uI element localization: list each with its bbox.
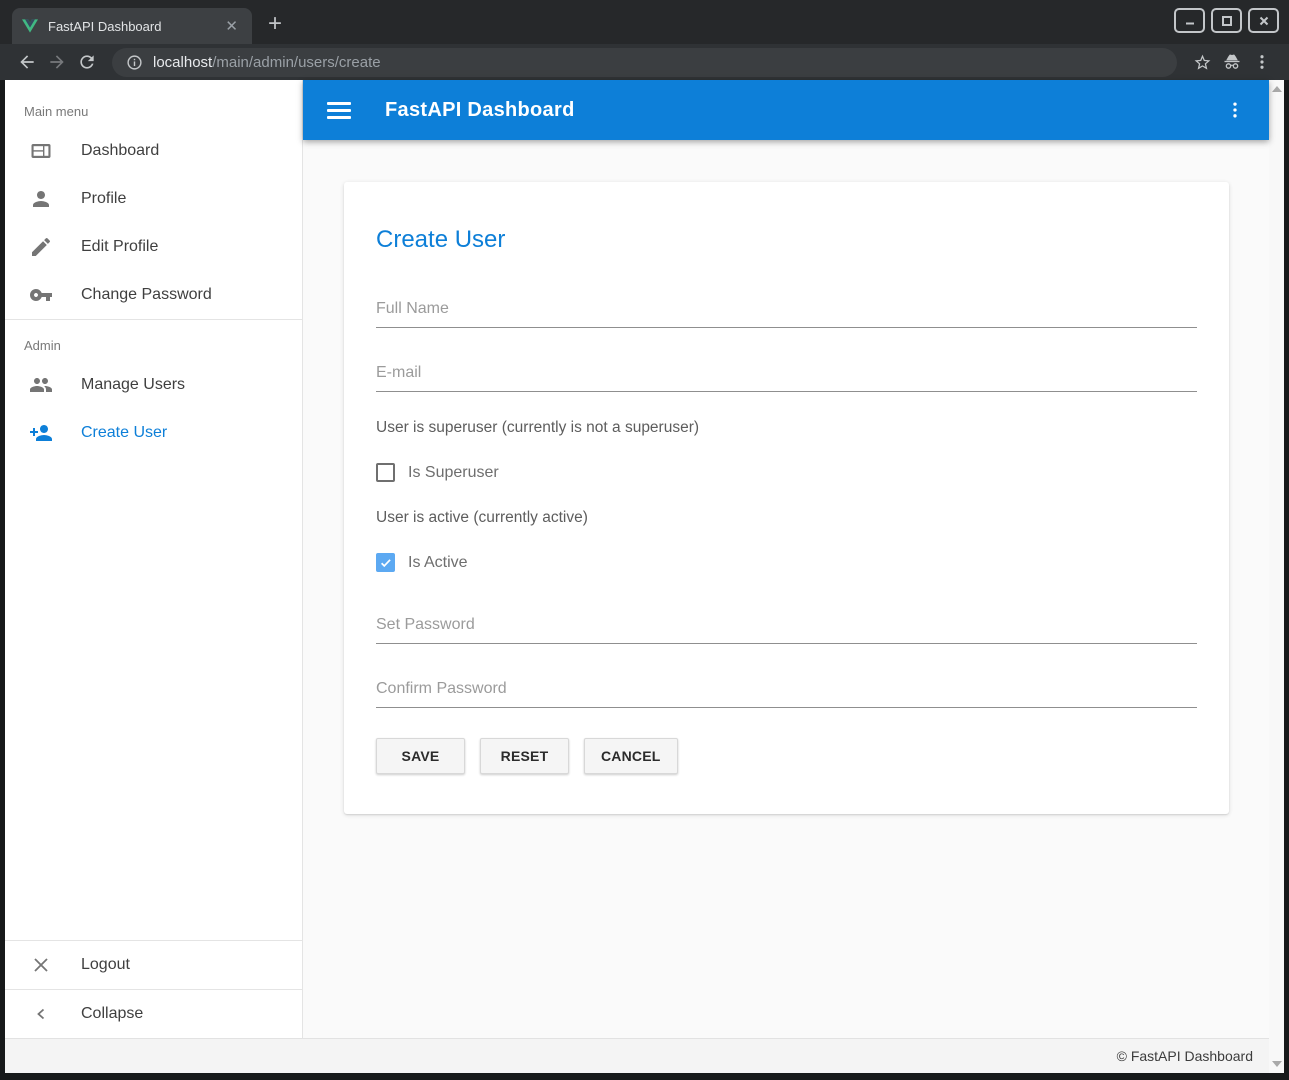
bookmark-star-icon[interactable] [1187,53,1217,72]
vue-favicon [22,19,38,33]
sidebar-item-label: Manage Users [81,376,185,394]
url-path: /main/admin/users/create [212,54,380,71]
chevron-left-icon [29,1002,53,1026]
reset-button[interactable]: RESET [480,738,569,774]
appbar-kebab-icon[interactable] [1225,100,1245,120]
page-info-icon[interactable] [126,54,143,71]
sidebar-item-logout[interactable]: Logout [5,941,302,989]
copyright-text: © FastAPI Dashboard [1117,1048,1253,1064]
active-note: User is active (currently active) [376,509,1197,527]
new-tab-icon[interactable]: + [268,12,282,36]
incognito-icon[interactable] [1217,52,1247,72]
set-password-input[interactable] [376,616,1197,644]
back-icon[interactable] [12,52,42,72]
page-footer: © FastAPI Dashboard [5,1038,1269,1073]
key-icon [29,283,53,307]
browser-menu-kebab-icon[interactable] [1247,53,1277,71]
browser-tab[interactable]: FastAPI Dashboard ✕ [12,8,252,44]
cancel-button[interactable]: CANCEL [584,738,678,774]
create-user-card: Create User User is superuser (currently… [344,182,1229,814]
main-area: FastAPI Dashboard Create User [303,80,1269,1038]
sidebar-item-manage-users[interactable]: Manage Users [5,361,302,409]
url-host: localhost [153,54,212,71]
active-checkbox-label: Is Active [408,554,468,572]
sidebar-item-label: Collapse [81,1005,143,1023]
active-checkbox-row[interactable]: Is Active [376,553,1197,572]
scroll-up-icon[interactable] [1272,86,1282,92]
active-checkbox[interactable] [376,553,395,572]
full-name-input[interactable] [376,300,1197,328]
page-content: Create User User is superuser (currently… [303,140,1269,1038]
appbar: FastAPI Dashboard [303,80,1269,140]
sidebar-header-main-menu: Main menu [5,80,302,127]
appbar-title: FastAPI Dashboard [385,99,575,122]
logout-x-icon [29,953,53,977]
sidebar-item-profile[interactable]: Profile [5,175,302,223]
forward-icon[interactable] [42,52,72,72]
dashboard-icon [29,139,53,163]
sidebar-item-edit-profile[interactable]: Edit Profile [5,223,302,271]
browser-titlebar: FastAPI Dashboard ✕ + [0,0,1289,44]
sidebar-item-dashboard[interactable]: Dashboard [5,127,302,175]
superuser-checkbox-label: Is Superuser [408,464,499,482]
superuser-checkbox[interactable] [376,463,395,482]
sidebar-item-label: Create User [81,424,167,442]
tab-title: FastAPI Dashboard [48,19,221,34]
save-button[interactable]: SAVE [376,738,465,774]
sidebar-item-label: Edit Profile [81,238,158,256]
sidebar-item-change-password[interactable]: Change Password [5,271,302,319]
browser-scrollbar[interactable] [1269,80,1284,1073]
confirm-password-input[interactable] [376,680,1197,708]
hamburger-menu-icon[interactable] [327,102,351,119]
scroll-down-icon[interactable] [1272,1061,1282,1067]
tab-close-icon[interactable]: ✕ [221,17,242,36]
sidebar-item-label: Logout [81,956,130,974]
maximize-icon[interactable] [1211,8,1242,33]
sidebar-spacer [5,457,302,940]
minimize-icon[interactable] [1174,8,1205,33]
reload-icon[interactable] [72,52,102,72]
sidebar-item-label: Change Password [81,286,212,304]
person-add-icon [29,421,53,445]
superuser-checkbox-row[interactable]: Is Superuser [376,463,1197,482]
sidebar-item-create-user[interactable]: Create User [5,409,302,457]
viewport: Main menu Dashboard [5,80,1284,1073]
sidebar-item-collapse[interactable]: Collapse [5,990,302,1038]
close-icon[interactable] [1248,8,1279,33]
sidebar: Main menu Dashboard [5,80,303,1038]
person-icon [29,187,53,211]
sidebar-header-admin: Admin [5,320,302,361]
superuser-note: User is superuser (currently is not a su… [376,419,1197,437]
sidebar-item-label: Profile [81,190,126,208]
people-icon [29,373,53,397]
browser-toolbar: localhost/main/admin/users/create [0,44,1289,80]
pencil-icon [29,235,53,259]
window-controls [1174,8,1279,33]
browser-window: FastAPI Dashboard ✕ + [0,0,1289,80]
page-title: Create User [376,226,1197,254]
address-bar[interactable]: localhost/main/admin/users/create [112,48,1177,77]
email-input[interactable] [376,364,1197,392]
form-actions: SAVE RESET CANCEL [376,738,1197,774]
sidebar-item-label: Dashboard [81,142,159,160]
